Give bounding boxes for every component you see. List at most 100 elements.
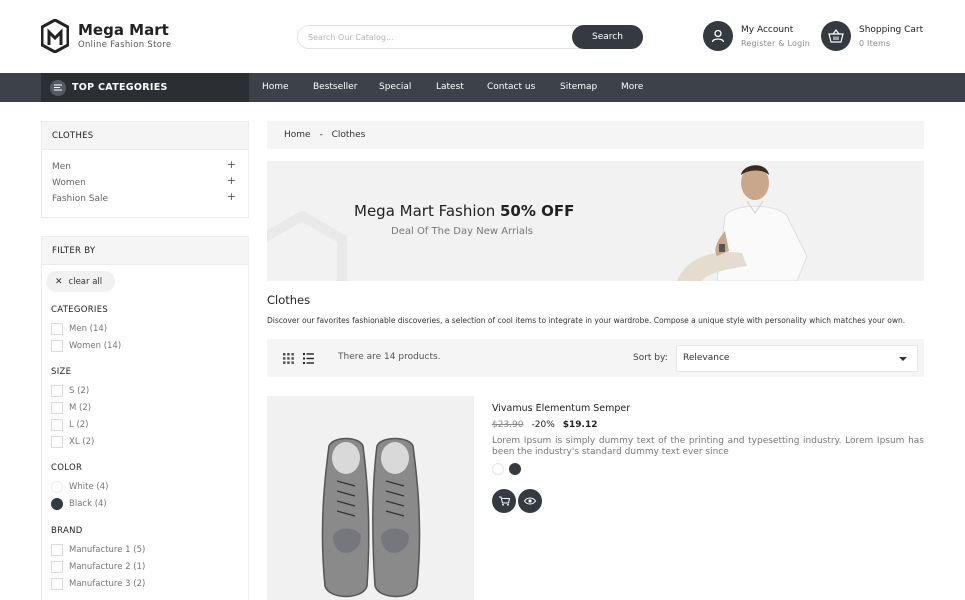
sidebar-item-fashion-sale[interactable]: Fashion Sale (52, 194, 108, 204)
category-panel: CLOTHES Men + Women + Fashion Sale + (41, 121, 249, 218)
nav-latest[interactable]: Latest (436, 73, 464, 102)
account-title[interactable]: My Account (741, 25, 793, 35)
logo-icon[interactable] (41, 19, 69, 53)
price-old: $23.90 (492, 420, 524, 430)
breadcrumb-current: Clothes (331, 130, 366, 140)
model-photo (647, 161, 847, 281)
category-panel-title: CLOTHES (42, 122, 248, 150)
product-count: There are 14 products. (338, 352, 441, 362)
quick-view-button[interactable] (518, 489, 542, 513)
search-bar: Search (297, 25, 643, 49)
brand-subtitle: Online Fashion Store (78, 40, 172, 50)
product-white-swatch[interactable] (492, 463, 504, 475)
checkbox[interactable] (51, 578, 63, 590)
banner-title-text: Mega Mart Fashion (354, 202, 496, 220)
list-view-icon[interactable] (303, 353, 314, 364)
expand-icon[interactable]: + (227, 158, 236, 171)
account-sub[interactable]: Register & Login (741, 39, 810, 48)
close-icon: ✕ (55, 276, 63, 287)
checkbox[interactable] (51, 419, 63, 431)
nav-contact[interactable]: Contact us (487, 73, 535, 102)
filter-option[interactable]: Manufacture 2 (1) (51, 561, 145, 573)
product-name[interactable]: Vivamus Elementum Semper (492, 403, 630, 414)
discount-badge: -20% (531, 420, 555, 430)
filter-panel-title: FILTER BY (42, 237, 248, 265)
breadcrumb: Home - Clothes (267, 121, 924, 149)
filter-option[interactable]: White (4) (51, 481, 108, 493)
checkbox[interactable] (51, 340, 63, 352)
clear-all-button[interactable]: ✕ clear all (46, 271, 115, 292)
filter-option[interactable]: Women (14) (51, 340, 121, 352)
white-swatch[interactable] (51, 481, 63, 493)
filter-option-label: Men (14) (69, 324, 108, 334)
filter-option-label: Manufacture 2 (1) (69, 562, 146, 572)
eye-icon (524, 497, 536, 505)
product-price: $23.90 -20% $19.12 (492, 420, 598, 430)
basket-icon (828, 29, 844, 43)
filter-option[interactable]: Men (14) (51, 323, 107, 335)
filter-option-label: Black (4) (69, 499, 107, 509)
account-icon[interactable] (703, 21, 733, 51)
cart-count[interactable]: 0 Items (859, 39, 890, 48)
sort-select[interactable]: Relevance (676, 345, 918, 372)
price-new: $19.12 (562, 420, 598, 430)
sidebar-item-men[interactable]: Men (52, 162, 71, 172)
filter-option-label: Women (14) (69, 341, 122, 351)
main-nav: TOP CATEGORIES Home Bestseller Special L… (0, 73, 965, 102)
sort-label: Sort by: (633, 353, 668, 363)
add-to-cart-button[interactable] (492, 489, 516, 513)
filter-option[interactable]: XL (2) (51, 436, 94, 448)
facet-size-title: SIZE (51, 367, 72, 377)
nav-bestseller[interactable]: Bestseller (313, 73, 357, 102)
sidebar-item-women[interactable]: Women (52, 178, 86, 188)
filter-option[interactable]: Manufacture 1 (5) (51, 544, 145, 556)
product-description: Lorem Ipsum is simply dummy text of the … (492, 436, 924, 457)
filter-option-label: M (2) (69, 403, 92, 413)
clear-all-label: clear all (68, 276, 103, 287)
black-swatch[interactable] (51, 498, 63, 510)
product-image[interactable] (267, 396, 474, 600)
search-input[interactable] (308, 26, 558, 48)
product-toolbar: There are 14 products. Sort by: Relevanc… (267, 339, 924, 377)
filter-option-label: Manufacture 1 (5) (69, 545, 146, 555)
category-title: Clothes (267, 293, 311, 307)
nav-home[interactable]: Home (262, 73, 289, 102)
filter-option[interactable]: Black (4) (51, 498, 107, 510)
top-categories-toggle[interactable]: TOP CATEGORIES (41, 73, 249, 102)
cart-add-icon (498, 496, 510, 506)
checkbox[interactable] (51, 402, 63, 414)
filter-option[interactable]: S (2) (51, 385, 89, 397)
expand-icon[interactable]: + (227, 174, 236, 187)
top-categories-label: TOP CATEGORIES (72, 82, 168, 93)
site-header: Mega Mart Online Fashion Store Search My… (0, 0, 965, 73)
filter-option-label: L (2) (69, 420, 89, 430)
nav-special[interactable]: Special (379, 73, 411, 102)
brand-title[interactable]: Mega Mart (78, 21, 169, 39)
banner-title: Mega Mart Fashion 50% OFF (354, 202, 574, 220)
promo-banner[interactable]: Mega Mart Fashion 50% OFF Deal Of The Da… (267, 161, 924, 281)
nav-sitemap[interactable]: Sitemap (560, 73, 597, 102)
menu-icon (50, 79, 66, 96)
expand-icon[interactable]: + (227, 190, 236, 203)
breadcrumb-home[interactable]: Home (284, 130, 311, 140)
checkbox[interactable] (51, 323, 63, 335)
nav-more[interactable]: More (621, 73, 643, 102)
filter-option-label: XL (2) (69, 437, 95, 447)
sort-value: Relevance (683, 353, 730, 363)
checkbox[interactable] (51, 544, 63, 556)
checkbox[interactable] (51, 385, 63, 397)
cart-title[interactable]: Shopping Cart (859, 25, 923, 35)
filter-option[interactable]: M (2) (51, 402, 91, 414)
breadcrumb-separator: - (319, 130, 323, 140)
checkbox[interactable] (51, 561, 63, 573)
cart-icon[interactable] (821, 21, 851, 51)
product-black-swatch[interactable] (509, 463, 521, 475)
checkbox[interactable] (51, 436, 63, 448)
filter-option[interactable]: L (2) (51, 419, 88, 431)
filter-option-label: White (4) (69, 482, 109, 492)
banner-discount: 50% OFF (500, 202, 575, 220)
filter-option[interactable]: Manufacture 3 (2) (51, 578, 145, 590)
search-button[interactable]: Search (572, 25, 643, 49)
grid-view-icon[interactable] (283, 353, 294, 364)
filter-option-label: Manufacture 3 (2) (69, 579, 146, 589)
